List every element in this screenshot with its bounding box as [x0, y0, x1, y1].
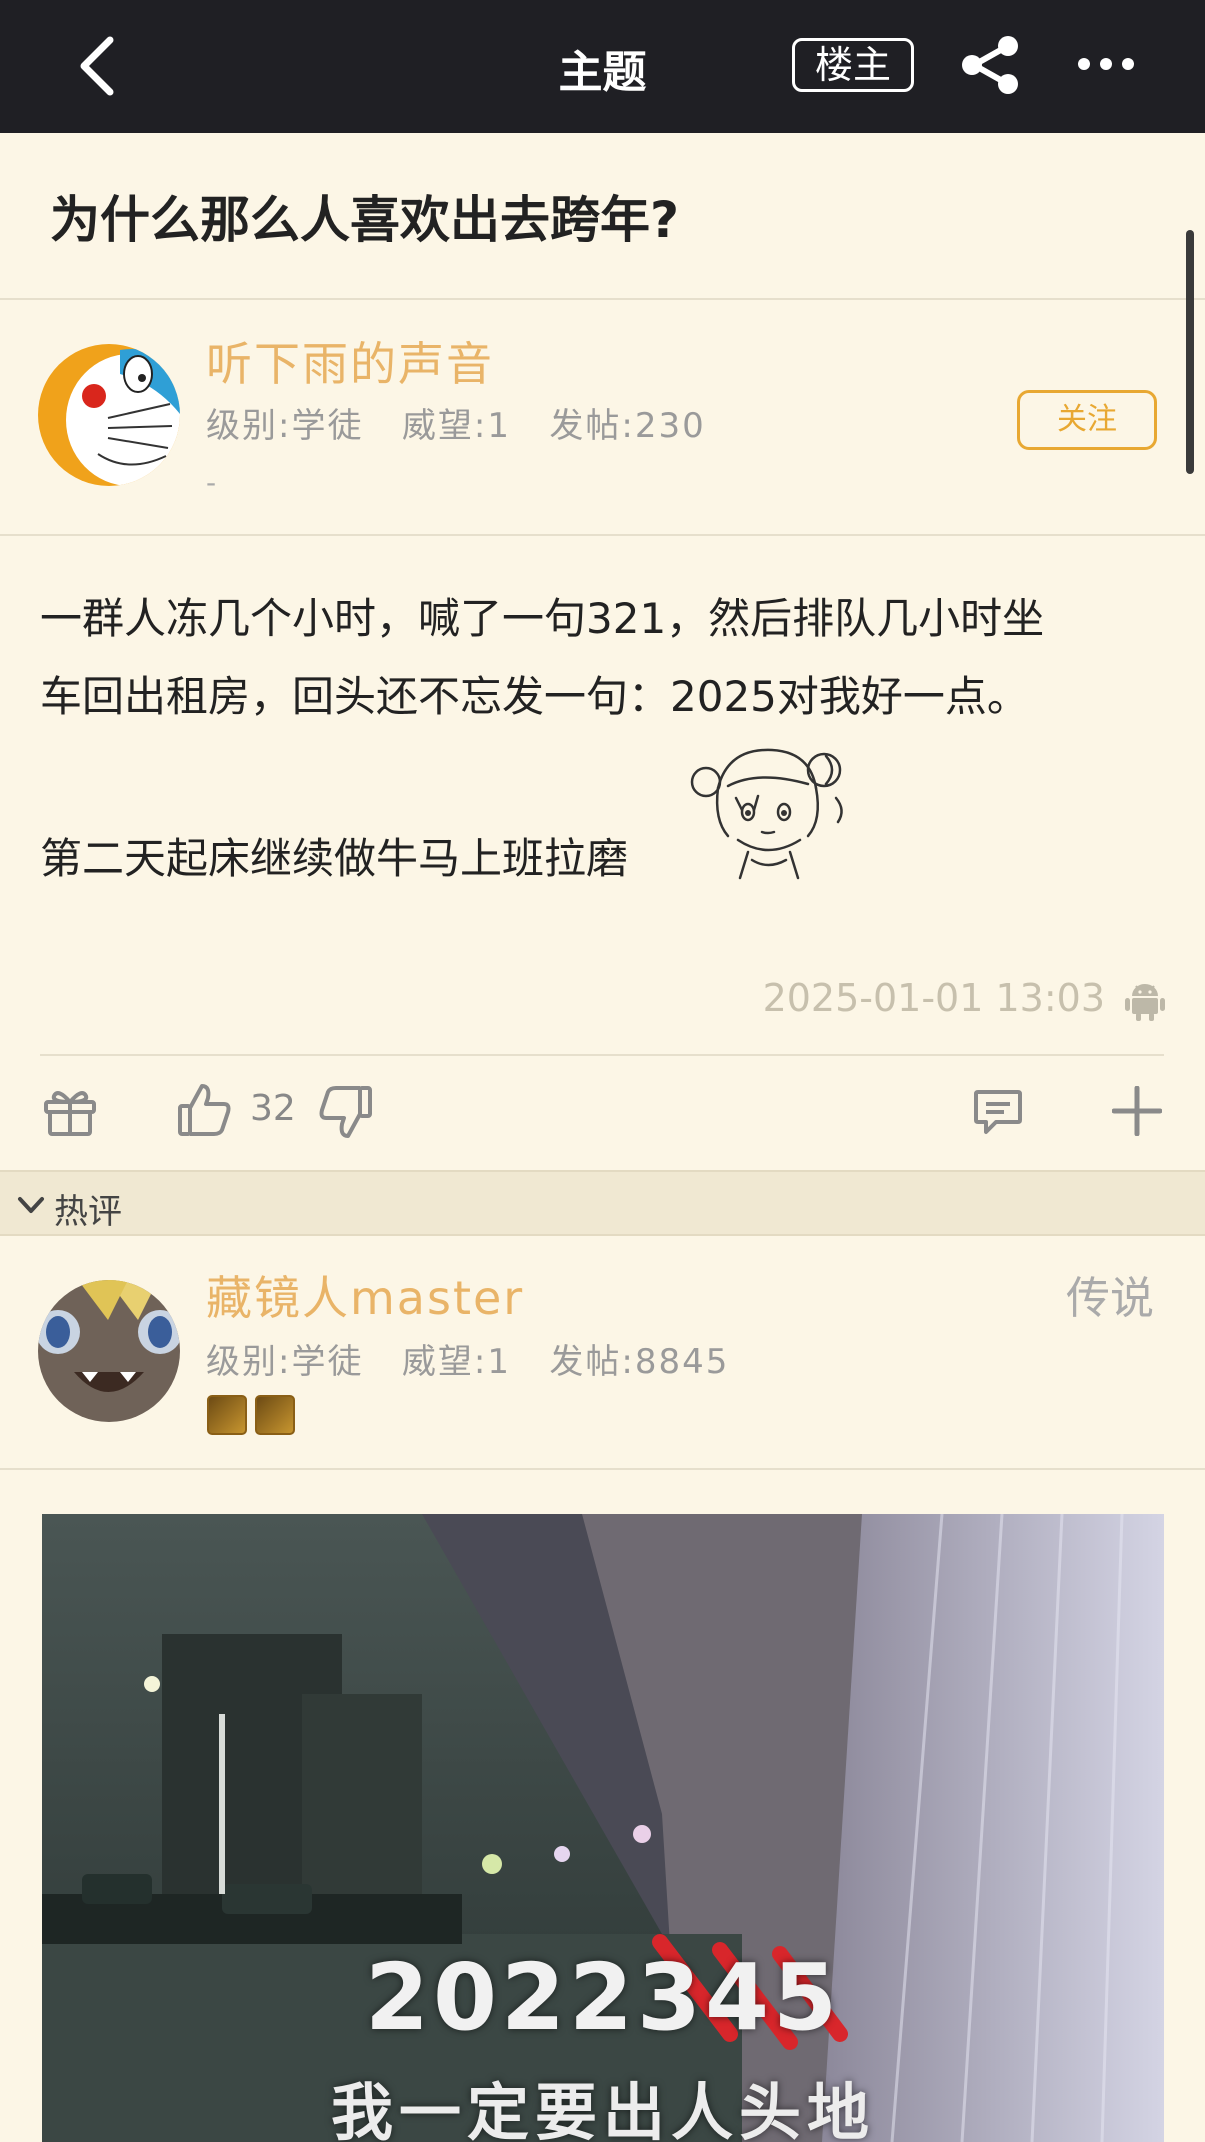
follow-button[interactable]: 关注	[1017, 390, 1157, 450]
post-text-line: 第二天起床继续做牛马上班拉磨	[40, 834, 629, 883]
divider	[0, 298, 1205, 300]
anime-avatar-image	[38, 1280, 180, 1422]
thread-title: 为什么那么人喜欢出去跨年?	[50, 191, 680, 249]
share-icon	[962, 36, 1018, 94]
android-icon	[1124, 980, 1166, 1022]
doraemon-avatar-image	[38, 344, 180, 486]
top-nav-bar: 主题 楼主	[0, 0, 1205, 133]
medal-badge-icon[interactable]	[255, 1395, 295, 1435]
hot-comments-label: 热评	[54, 1192, 122, 1232]
divider	[40, 1054, 1164, 1056]
image-caption-text: 我一定要出人头地	[330, 2076, 875, 2142]
rank-label: 传说	[1066, 1273, 1154, 1324]
back-button[interactable]	[70, 34, 130, 98]
divider	[0, 1468, 1205, 1470]
post-timestamp: 2025-01-01 13:03	[762, 976, 1105, 1020]
thumbs-down-icon	[319, 1086, 372, 1138]
add-button[interactable]	[1111, 1085, 1163, 1137]
image-number-text: 2022345	[364, 1944, 842, 2051]
op-username[interactable]: 听下雨的声音	[206, 328, 494, 394]
op-meta: 级别:学徒 威望:1 发帖:230	[206, 406, 706, 446]
medal-badge-icon[interactable]	[207, 1395, 247, 1435]
post-text-line: 车回出租房，回头还不忘发一句：2025对我好一点。	[40, 672, 1029, 721]
comment-button[interactable]	[972, 1088, 1024, 1136]
scrollbar[interactable]	[1186, 230, 1194, 474]
op-avatar[interactable]	[38, 344, 180, 486]
hot-comments-header[interactable]: 热评	[0, 1170, 1205, 1236]
anime-girl-sticker	[688, 740, 850, 880]
page-title: 主题	[558, 47, 647, 98]
op-signature: -	[206, 466, 217, 499]
like-count: 32	[250, 1088, 296, 1129]
more-icon	[1078, 58, 1134, 70]
reply-avatar[interactable]	[38, 1280, 180, 1422]
divider	[0, 534, 1205, 536]
chevron-left-icon	[80, 36, 114, 96]
plus-icon	[1111, 1085, 1163, 1137]
reply-meta: 级别:学徒 威望:1 发帖:8845	[206, 1342, 730, 1382]
thumbs-up-icon	[178, 1084, 231, 1136]
comment-icon	[974, 1090, 1022, 1134]
more-button[interactable]	[1076, 42, 1136, 86]
op-only-button[interactable]: 楼主	[792, 38, 914, 92]
post-text-line: 一群人冻几个小时，喊了一句321，然后排队几小时坐	[40, 594, 1045, 643]
chevron-down-icon	[18, 1197, 44, 1213]
reply-image[interactable]: 2022345 我一定要出人头地	[42, 1514, 1164, 2142]
like-button[interactable]	[176, 1082, 232, 1138]
dislike-button[interactable]	[318, 1084, 374, 1140]
share-button[interactable]	[958, 34, 1024, 96]
reply-username[interactable]: 藏镜人master	[206, 1262, 524, 1328]
gift-icon	[44, 1091, 96, 1136]
gift-button[interactable]	[42, 1084, 98, 1136]
